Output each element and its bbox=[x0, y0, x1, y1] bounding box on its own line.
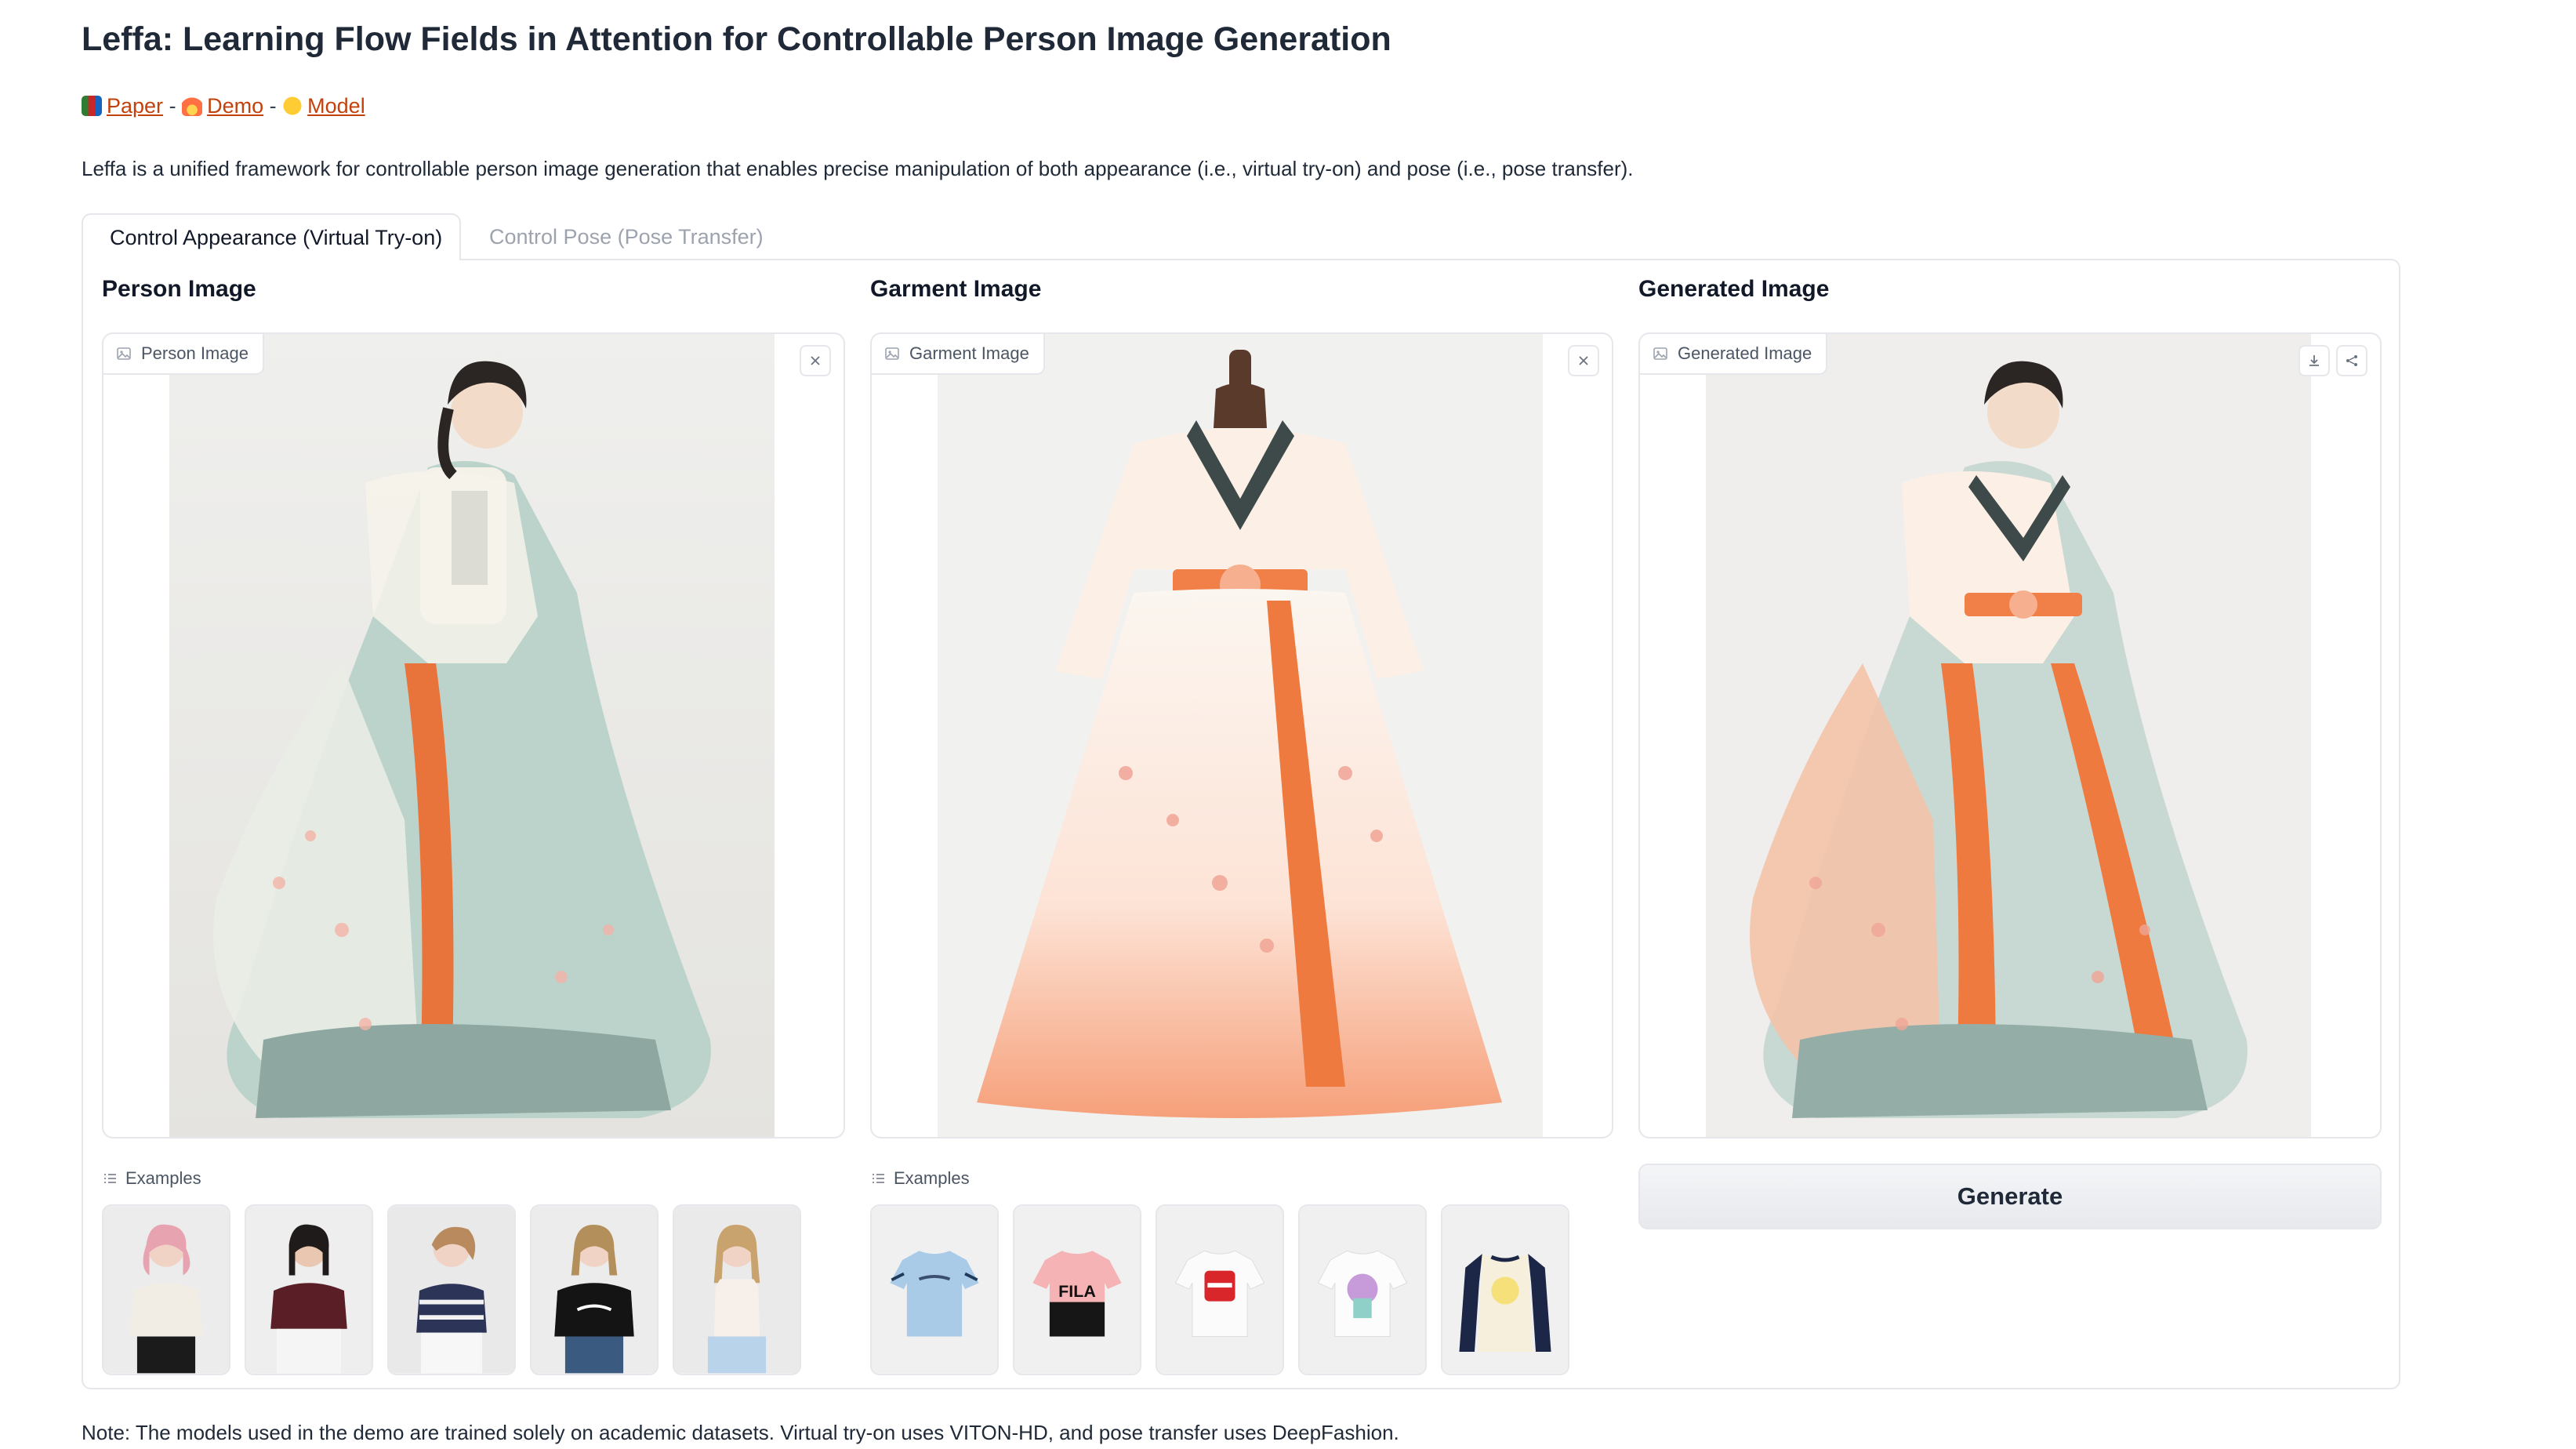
generated-photo bbox=[1706, 334, 2311, 1137]
garment-image-title: Garment Image bbox=[870, 276, 1042, 302]
garment-example-2[interactable]: FILA bbox=[1013, 1204, 1141, 1375]
person-example-3[interactable] bbox=[387, 1204, 516, 1375]
tab-virtual-try-on[interactable]: Control Appearance (Virtual Try-on) bbox=[82, 213, 461, 260]
tab-pose-transfer[interactable]: Control Pose (Pose Transfer) bbox=[463, 213, 790, 260]
close-icon bbox=[811, 356, 820, 365]
generated-image-output: Generated Image bbox=[1638, 332, 2382, 1138]
link-separator: - bbox=[169, 94, 176, 118]
page-title: Leffa: Learning Flow Fields in Attention… bbox=[82, 20, 1391, 58]
generate-button[interactable]: Generate bbox=[1638, 1164, 2382, 1229]
clear-person-image-button[interactable] bbox=[800, 345, 831, 376]
person-image-title: Person Image bbox=[102, 276, 256, 302]
header-links: Paper - Demo - Model bbox=[82, 94, 365, 118]
generated-image-label: Generated Image bbox=[1640, 334, 1828, 375]
download-button[interactable] bbox=[2298, 345, 2330, 376]
garment-examples-label: Examples bbox=[870, 1168, 970, 1189]
person-example-4[interactable] bbox=[530, 1204, 659, 1375]
clear-garment-image-button[interactable] bbox=[1568, 345, 1599, 376]
paper-link[interactable]: Paper bbox=[107, 94, 163, 118]
model-link[interactable]: Model bbox=[307, 94, 365, 118]
garment-example-1[interactable] bbox=[870, 1204, 999, 1375]
image-icon bbox=[885, 347, 899, 360]
image-icon bbox=[1653, 347, 1667, 360]
list-icon bbox=[873, 1174, 884, 1183]
garment-example-4[interactable] bbox=[1298, 1204, 1427, 1375]
fire-emoji-icon bbox=[182, 96, 203, 116]
share-button[interactable] bbox=[2336, 345, 2367, 376]
person-examples-label: Examples bbox=[102, 1168, 201, 1189]
garment-photo bbox=[938, 334, 1543, 1137]
person-image-upload[interactable]: Person Image bbox=[102, 332, 845, 1138]
garment-example-3[interactable] bbox=[1156, 1204, 1284, 1375]
description: Leffa is a unified framework for control… bbox=[82, 157, 1634, 180]
person-example-5[interactable] bbox=[673, 1204, 801, 1375]
person-image-label: Person Image bbox=[103, 334, 264, 375]
person-photo bbox=[169, 334, 775, 1137]
download-icon bbox=[2309, 355, 2319, 366]
garment-image-upload[interactable]: Garment Image bbox=[870, 332, 1613, 1138]
fila-logo-text: FILA bbox=[1058, 1282, 1096, 1301]
person-example-2[interactable] bbox=[245, 1204, 373, 1375]
person-example-1[interactable] bbox=[102, 1204, 230, 1375]
garment-example-5[interactable] bbox=[1441, 1204, 1569, 1375]
share-icon bbox=[2346, 355, 2357, 366]
generated-image-title: Generated Image bbox=[1638, 276, 1830, 302]
books-emoji-icon bbox=[82, 96, 102, 116]
footer-note: Note: The models used in the demo are tr… bbox=[82, 1421, 1399, 1444]
close-icon bbox=[1579, 356, 1588, 365]
garment-image-label: Garment Image bbox=[872, 334, 1045, 375]
list-icon bbox=[104, 1174, 116, 1183]
image-icon bbox=[117, 347, 131, 360]
hugging-face-emoji-icon bbox=[282, 96, 303, 116]
link-separator: - bbox=[269, 94, 277, 118]
demo-link[interactable]: Demo bbox=[207, 94, 263, 118]
